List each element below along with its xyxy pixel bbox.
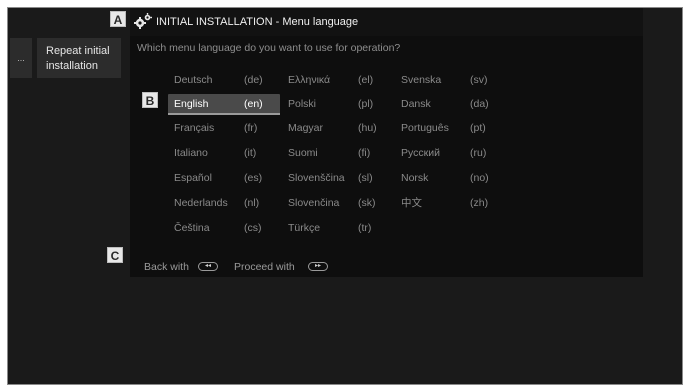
- language-code: (da): [470, 98, 489, 110]
- repeat-installation-label-line1: Repeat initial: [46, 45, 110, 57]
- language-name: Magyar: [288, 122, 324, 134]
- language-option-zh[interactable]: 中文 (zh): [401, 193, 505, 213]
- language-name: Français: [174, 122, 215, 134]
- proceed-key-icon: ▸▸: [308, 262, 328, 271]
- language-code: (ru): [470, 147, 487, 159]
- language-name: 中文: [401, 197, 422, 209]
- callout-marker-c: C: [107, 247, 123, 263]
- language-prompt: Which menu language do you want to use f…: [137, 42, 401, 54]
- page-title: INITIAL INSTALLATION - Menu language: [156, 16, 359, 28]
- callout-marker-a: A: [110, 11, 126, 27]
- more-options-button[interactable]: ...: [10, 38, 32, 78]
- language-name: Polski: [288, 98, 317, 110]
- repeat-installation-button[interactable]: Repeat initial installation: [37, 38, 121, 78]
- language-name: Nederlands: [174, 197, 228, 209]
- back-hint: Back with: [144, 261, 189, 273]
- language-name: Español: [174, 172, 212, 184]
- language-name: Italiano: [174, 147, 208, 159]
- language-option-fi[interactable]: Suomi (fi): [288, 143, 390, 163]
- language-option-da[interactable]: Dansk (da): [401, 94, 505, 114]
- language-option-fr[interactable]: Français (fr): [174, 118, 280, 138]
- language-name: Dansk: [401, 98, 431, 110]
- language-code: (nl): [244, 197, 260, 209]
- language-code: (es): [244, 172, 263, 184]
- gear-icon: [134, 13, 152, 29]
- language-code: (en): [244, 98, 263, 110]
- language-name: Slovenščina: [288, 172, 345, 184]
- language-code: (no): [470, 172, 489, 184]
- language-code: (sv): [470, 74, 488, 86]
- language-option-pt[interactable]: Português (pt): [401, 118, 505, 138]
- language-code: (pt): [470, 122, 486, 134]
- repeat-installation-label-line2: installation: [46, 60, 98, 72]
- language-option-it[interactable]: Italiano (it): [174, 143, 280, 163]
- language-code: (el): [358, 74, 374, 86]
- language-option-el[interactable]: Ελληνικά (el): [288, 70, 390, 90]
- language-option-hu[interactable]: Magyar (hu): [288, 118, 390, 138]
- language-name: Suomi: [288, 147, 318, 159]
- language-option-de[interactable]: Deutsch (de): [174, 70, 280, 90]
- language-name: Čeština: [174, 222, 210, 234]
- language-option-no[interactable]: Norsk (no): [401, 168, 505, 188]
- language-name: Ελληνικά: [288, 74, 331, 86]
- language-name: Deutsch: [174, 74, 213, 86]
- language-code: (hu): [358, 122, 377, 134]
- language-code: (pl): [358, 98, 374, 110]
- language-name: Norsk: [401, 172, 429, 184]
- language-name: Русский: [401, 147, 440, 159]
- callout-marker-b: B: [142, 92, 158, 108]
- language-code: (fi): [358, 147, 371, 159]
- language-option-sv[interactable]: Svenska (sv): [401, 70, 505, 90]
- language-option-en[interactable]: English (en): [168, 94, 280, 115]
- language-option-tr[interactable]: Türkçe (tr): [288, 218, 390, 238]
- language-code: (sk): [358, 197, 376, 209]
- more-options-label: ...: [17, 53, 25, 63]
- language-code: (zh): [470, 197, 489, 209]
- language-name: Svenska: [401, 74, 442, 86]
- language-code: (sl): [358, 172, 373, 184]
- language-name: Türkçe: [288, 222, 321, 234]
- language-option-sl[interactable]: Slovenščina (sl): [288, 168, 390, 188]
- language-option-cs[interactable]: Čeština (cs): [174, 218, 280, 238]
- language-option-es[interactable]: Español (es): [174, 168, 280, 188]
- language-option-pl[interactable]: Polski (pl): [288, 94, 390, 114]
- language-option-ru[interactable]: Русский (ru): [401, 143, 505, 163]
- language-name: English: [174, 98, 209, 110]
- language-code: (cs): [244, 222, 262, 234]
- language-name: Português: [401, 122, 449, 134]
- language-name: Slovenčina: [288, 197, 340, 209]
- language-option-nl[interactable]: Nederlands (nl): [174, 193, 280, 213]
- language-code: (de): [244, 74, 263, 86]
- language-code: (tr): [358, 222, 372, 234]
- language-code: (it): [244, 147, 257, 159]
- back-key-icon: ◂◂: [198, 262, 218, 271]
- language-option-sk[interactable]: Slovenčina (sk): [288, 193, 390, 213]
- proceed-hint: Proceed with: [234, 261, 295, 273]
- language-code: (fr): [244, 122, 258, 134]
